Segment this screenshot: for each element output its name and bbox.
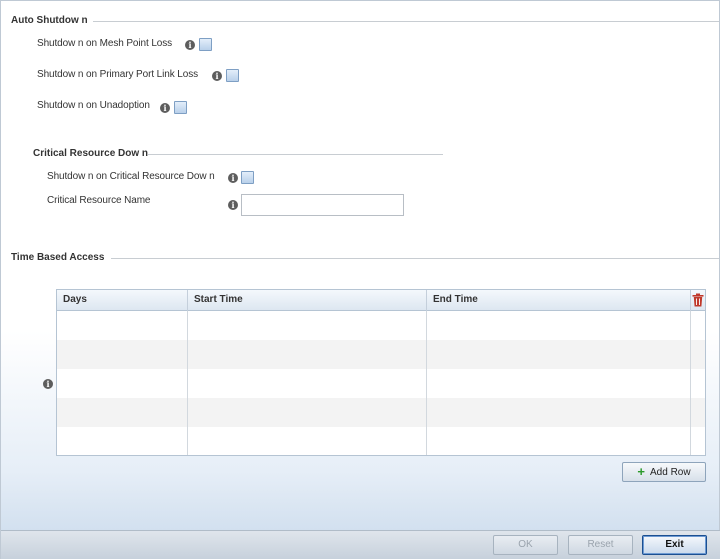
- plus-icon: +: [637, 464, 645, 479]
- unadoption-checkbox[interactable]: [174, 101, 187, 114]
- shutdown-settings-panel: Auto Shutdow n Shutdow n on Mesh Point L…: [0, 0, 720, 559]
- info-icon[interactable]: i: [228, 200, 238, 210]
- info-icon[interactable]: i: [212, 71, 222, 81]
- table-row[interactable]: [57, 398, 705, 427]
- add-row-button[interactable]: + Add Row: [622, 462, 706, 482]
- column-header-end-time[interactable]: End Time: [427, 290, 691, 311]
- table-header: Days Start Time End Time: [57, 290, 705, 311]
- critical-resource-divider: [148, 154, 443, 155]
- table-row[interactable]: [57, 311, 705, 340]
- critical-resource-name-label: Critical Resource Name: [47, 195, 151, 206]
- time-access-table: Days Start Time End Time: [56, 289, 706, 456]
- unadoption-label: Shutdow n on Unadoption: [37, 100, 150, 111]
- column-divider: [426, 311, 427, 455]
- mesh-point-loss-label: Shutdow n on Mesh Point Loss: [37, 38, 173, 49]
- auto-shutdown-title: Auto Shutdow n: [11, 15, 88, 26]
- mesh-point-loss-checkbox[interactable]: [199, 38, 212, 51]
- ok-button[interactable]: OK: [493, 535, 558, 555]
- primary-port-link-loss-checkbox[interactable]: [226, 69, 239, 82]
- column-divider: [187, 311, 188, 455]
- critical-resource-shutdown-label: Shutdow n on Critical Resource Dow n: [47, 171, 215, 182]
- column-header-days[interactable]: Days: [57, 290, 188, 311]
- reset-button[interactable]: Reset: [568, 535, 633, 555]
- time-based-access-title: Time Based Access: [11, 252, 105, 263]
- info-icon[interactable]: i: [160, 103, 170, 113]
- table-row[interactable]: [57, 427, 705, 455]
- exit-button[interactable]: Exit: [642, 535, 707, 555]
- critical-resource-title: Critical Resource Dow n: [33, 148, 149, 159]
- time-based-access-divider: [111, 258, 719, 259]
- primary-port-link-loss-label: Shutdow n on Primary Port Link Loss: [37, 69, 199, 80]
- column-divider: [690, 311, 691, 455]
- info-icon[interactable]: i: [43, 379, 53, 389]
- trash-icon[interactable]: [692, 293, 704, 307]
- info-icon[interactable]: i: [185, 40, 195, 50]
- critical-resource-shutdown-checkbox[interactable]: [241, 171, 254, 184]
- auto-shutdown-divider: [93, 21, 719, 22]
- critical-resource-name-input[interactable]: [241, 194, 404, 216]
- table-row[interactable]: [57, 369, 705, 398]
- add-row-label: Add Row: [650, 467, 691, 478]
- table-row[interactable]: [57, 340, 705, 369]
- column-header-start-time[interactable]: Start Time: [188, 290, 427, 311]
- info-icon[interactable]: i: [228, 173, 238, 183]
